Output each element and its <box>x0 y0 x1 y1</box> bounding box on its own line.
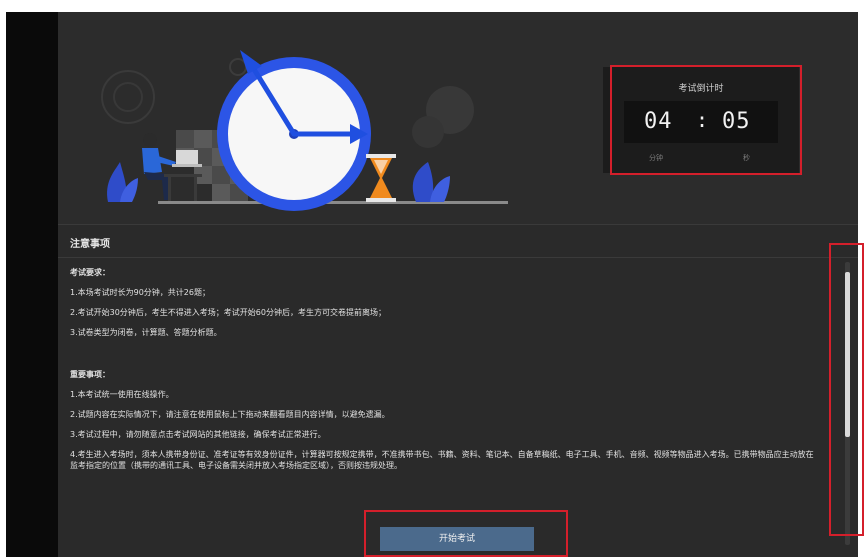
notice-divider <box>58 257 858 258</box>
countdown-separator: : <box>696 108 709 132</box>
hero-banner: 考试倒计时 04 : 05 分钟 秒 <box>58 12 858 224</box>
important-rule: 2.试题内容在实际情况下，请注意在使用鼠标上下拖动来翻看题目内容详情，以避免遗漏… <box>70 410 390 419</box>
exam-rules-title: 考试要求： <box>70 268 110 277</box>
countdown-title: 考试倒计时 <box>678 84 724 94</box>
clock-hourglass-illustration <box>101 50 508 211</box>
left-dark-strip <box>6 12 58 557</box>
hero-divider <box>58 224 858 225</box>
countdown-minutes: 04 <box>644 109 673 134</box>
important-rule: 4.考生进入考场时，须本人携带身份证、准考证等有效身份证件，计算器可按规定携带，… <box>70 450 814 470</box>
notice-header: 注意事项 <box>70 239 110 250</box>
exam-countdown: 考试倒计时 04 : 05 分钟 秒 <box>603 67 799 173</box>
important-title: 重要事项： <box>70 370 110 379</box>
notice-scrollbar[interactable] <box>845 262 850 545</box>
exam-rule: 3.试卷类型为闭卷，计算题、答题分析题。 <box>70 328 222 337</box>
seconds-unit-label: 秒 <box>743 154 750 162</box>
exam-rule: 1.本场考试时长为90分钟，共计26题； <box>70 288 210 297</box>
exam-rule: 2.考试开始30分钟后，考生不得进入考场；考试开始60分钟后，考生方可交卷提前离… <box>70 308 386 317</box>
scrollbar-thumb[interactable] <box>845 272 850 437</box>
minutes-unit-label: 分钟 <box>649 154 663 162</box>
important-rule: 1.本考试统一使用在线操作。 <box>70 390 174 399</box>
screenshot-frame: 考试倒计时 04 : 05 分钟 秒 注意事项 考试要求： 1.本场考试时长为9… <box>0 0 867 557</box>
countdown-display: 04 : 05 <box>624 101 778 143</box>
start-exam-button[interactable]: 开始考试 <box>380 527 534 551</box>
notice-body: 考试要求： 1.本场考试时长为90分钟，共计26题； 2.考试开始30分钟后，考… <box>70 267 820 480</box>
exam-panel: 考试倒计时 04 : 05 分钟 秒 注意事项 考试要求： 1.本场考试时长为9… <box>58 12 858 557</box>
important-rule: 3.考试过程中，请勿随意点击考试网站的其他链接，确保考试正常进行。 <box>70 430 326 439</box>
countdown-seconds: 05 <box>722 109 751 134</box>
